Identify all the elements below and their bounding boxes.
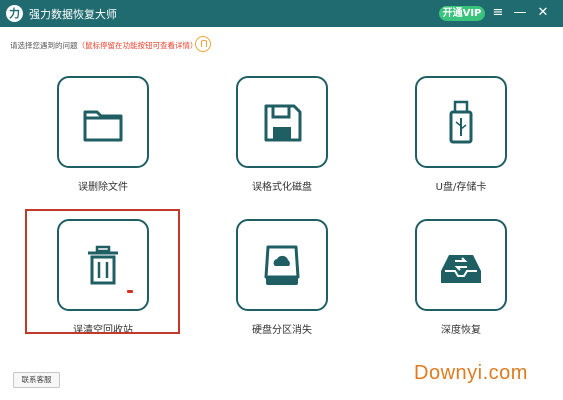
- highlight-box: [25, 209, 180, 334]
- tile-deep-recovery[interactable]: [415, 219, 507, 311]
- open-vip-button[interactable]: 开通VIP: [439, 6, 485, 21]
- contact-support-button[interactable]: 联系客服: [13, 372, 60, 388]
- usb-drive-icon: [449, 100, 473, 144]
- tile-formatted-disk[interactable]: [236, 76, 328, 168]
- hint-note: （鼠标停留在功能按钮可查看详情）: [77, 41, 198, 50]
- floppy-disk-icon: [264, 104, 302, 142]
- app-title: 强力数据恢复大师: [29, 8, 117, 21]
- tile-label-lost-partition: 硬盘分区消失: [252, 325, 312, 336]
- hand-pointer-icon: [195, 36, 211, 52]
- tile-deleted-files[interactable]: [57, 76, 149, 168]
- hint-text: 请选择您遇到的问题（鼠标停留在功能按钮可查看详情）: [10, 40, 198, 51]
- minimize-icon[interactable]: —: [511, 3, 529, 23]
- deep-recovery-icon: [441, 255, 481, 283]
- watermark: Downyi.com: [414, 362, 528, 384]
- app-logo-icon: 力: [6, 5, 23, 22]
- folder-icon: [83, 110, 123, 142]
- cursor-mark: [127, 290, 133, 293]
- menu-icon[interactable]: ≡: [489, 3, 507, 23]
- close-icon[interactable]: ✕: [534, 3, 552, 23]
- tile-label-usb-card: U盘/存储卡: [435, 182, 487, 193]
- tile-usb-card[interactable]: [415, 76, 507, 168]
- tile-label-formatted-disk: 误格式化磁盘: [252, 182, 312, 193]
- hint-prefix: 请选择您遇到的问题: [10, 41, 78, 50]
- tile-label-deleted-files: 误删除文件: [78, 182, 128, 193]
- tile-label-deep-recovery: 深度恢复: [441, 325, 481, 336]
- title-bar: 力 强力数据恢复大师 开通VIP ≡ — ✕: [0, 0, 563, 27]
- tile-lost-partition[interactable]: [236, 219, 328, 311]
- hard-drive-icon: [264, 245, 300, 285]
